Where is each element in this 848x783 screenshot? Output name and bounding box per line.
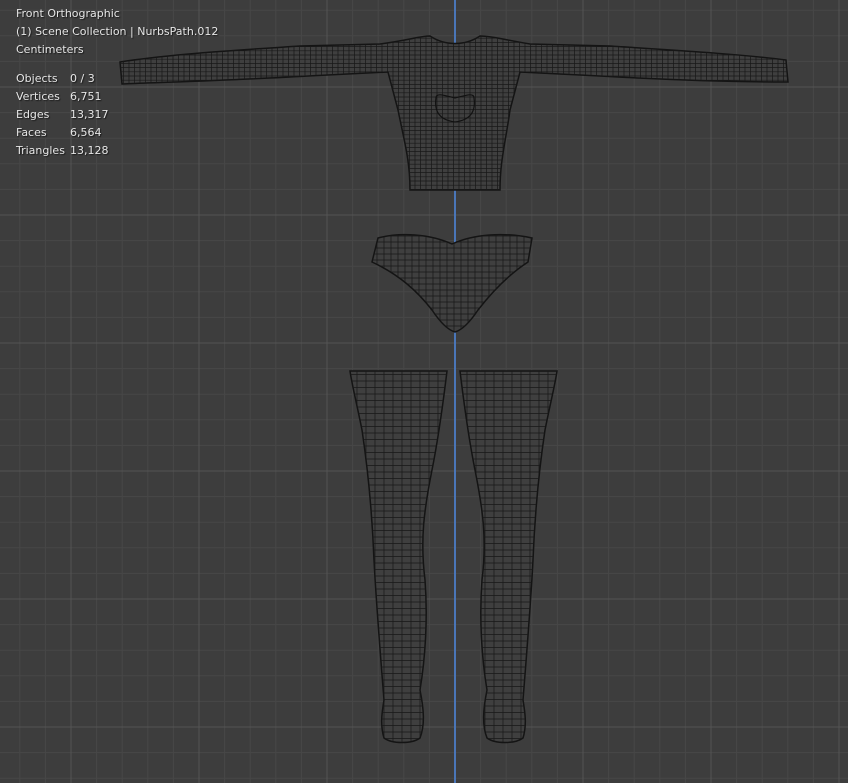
stat-value: 13,128 — [70, 144, 109, 157]
stocking-left-mesh[interactable] — [348, 368, 450, 746]
collection-info: (1) Scene Collection | NurbsPath.012 — [16, 25, 219, 38]
stat-label: Faces — [16, 126, 47, 139]
stat-value: 6,564 — [70, 126, 102, 139]
stat-value: 13,317 — [70, 108, 109, 121]
3d-viewport[interactable]: Front Orthographic (1) Scene Collection … — [0, 0, 848, 783]
panties-mesh[interactable] — [370, 230, 535, 335]
stat-label: Objects — [16, 72, 58, 85]
viewport-text-overlay: Front Orthographic (1) Scene Collection … — [16, 5, 218, 160]
stocking-right-mesh[interactable] — [458, 368, 560, 746]
stat-row-triangles: Triangles 13,128 — [16, 142, 218, 160]
unit-system: Centimeters — [16, 43, 84, 56]
scene-statistics: Objects 0 / 3 Vertices 6,751 Edges 13,31… — [16, 70, 218, 160]
stat-label: Vertices — [16, 90, 60, 103]
sweater-mesh[interactable] — [118, 34, 790, 192]
stat-row-vertices: Vertices 6,751 — [16, 88, 218, 106]
stat-row-objects: Objects 0 / 3 — [16, 70, 218, 88]
stat-label: Triangles — [16, 144, 65, 157]
stat-row-faces: Faces 6,564 — [16, 124, 218, 142]
stat-value: 6,751 — [70, 90, 102, 103]
stat-value: 0 / 3 — [70, 72, 95, 85]
stat-row-edges: Edges 13,317 — [16, 106, 218, 124]
view-name: Front Orthographic — [16, 7, 120, 20]
stat-label: Edges — [16, 108, 50, 121]
